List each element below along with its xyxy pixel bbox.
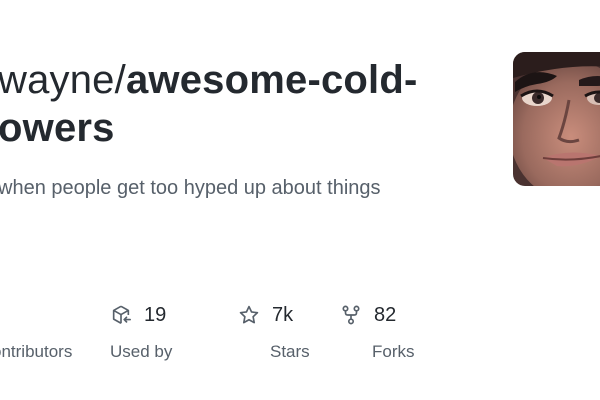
star-icon — [239, 305, 259, 324]
stat-forks[interactable]: 82 Forks — [340, 300, 415, 362]
repo-stats: ontributors 19 Used by 7k Stars 82 Forks — [0, 300, 600, 370]
stars-label: Stars — [270, 342, 310, 361]
repo-name-line1: awesome-cold- — [125, 58, 418, 102]
repo-name-line2: owers — [0, 106, 115, 150]
repo-owner: wayne/ — [0, 58, 126, 102]
repo-description: when people get too hyped up about thing… — [0, 177, 381, 199]
stars-count: 7k — [272, 303, 294, 326]
stat-contributors[interactable]: ontributors — [0, 300, 72, 362]
stat-stars[interactable]: 7k Stars — [238, 300, 310, 362]
package-dependents-icon — [112, 305, 131, 324]
used-by-count: 19 — [144, 303, 167, 326]
forks-count: 82 — [374, 303, 397, 326]
forks-label: Forks — [372, 342, 415, 361]
repo-forked-icon — [342, 305, 360, 325]
contributors-label: ontributors — [0, 342, 73, 361]
repo-title[interactable]: wayne/awesome-cold- owers — [0, 56, 468, 152]
used-by-label: Used by — [110, 342, 173, 361]
stat-used-by[interactable]: 19 Used by — [110, 300, 172, 362]
social-preview-card: wayne/awesome-cold- owers when people ge… — [0, 0, 600, 400]
painted-face-portrait — [513, 52, 600, 186]
owner-avatar — [513, 52, 600, 186]
